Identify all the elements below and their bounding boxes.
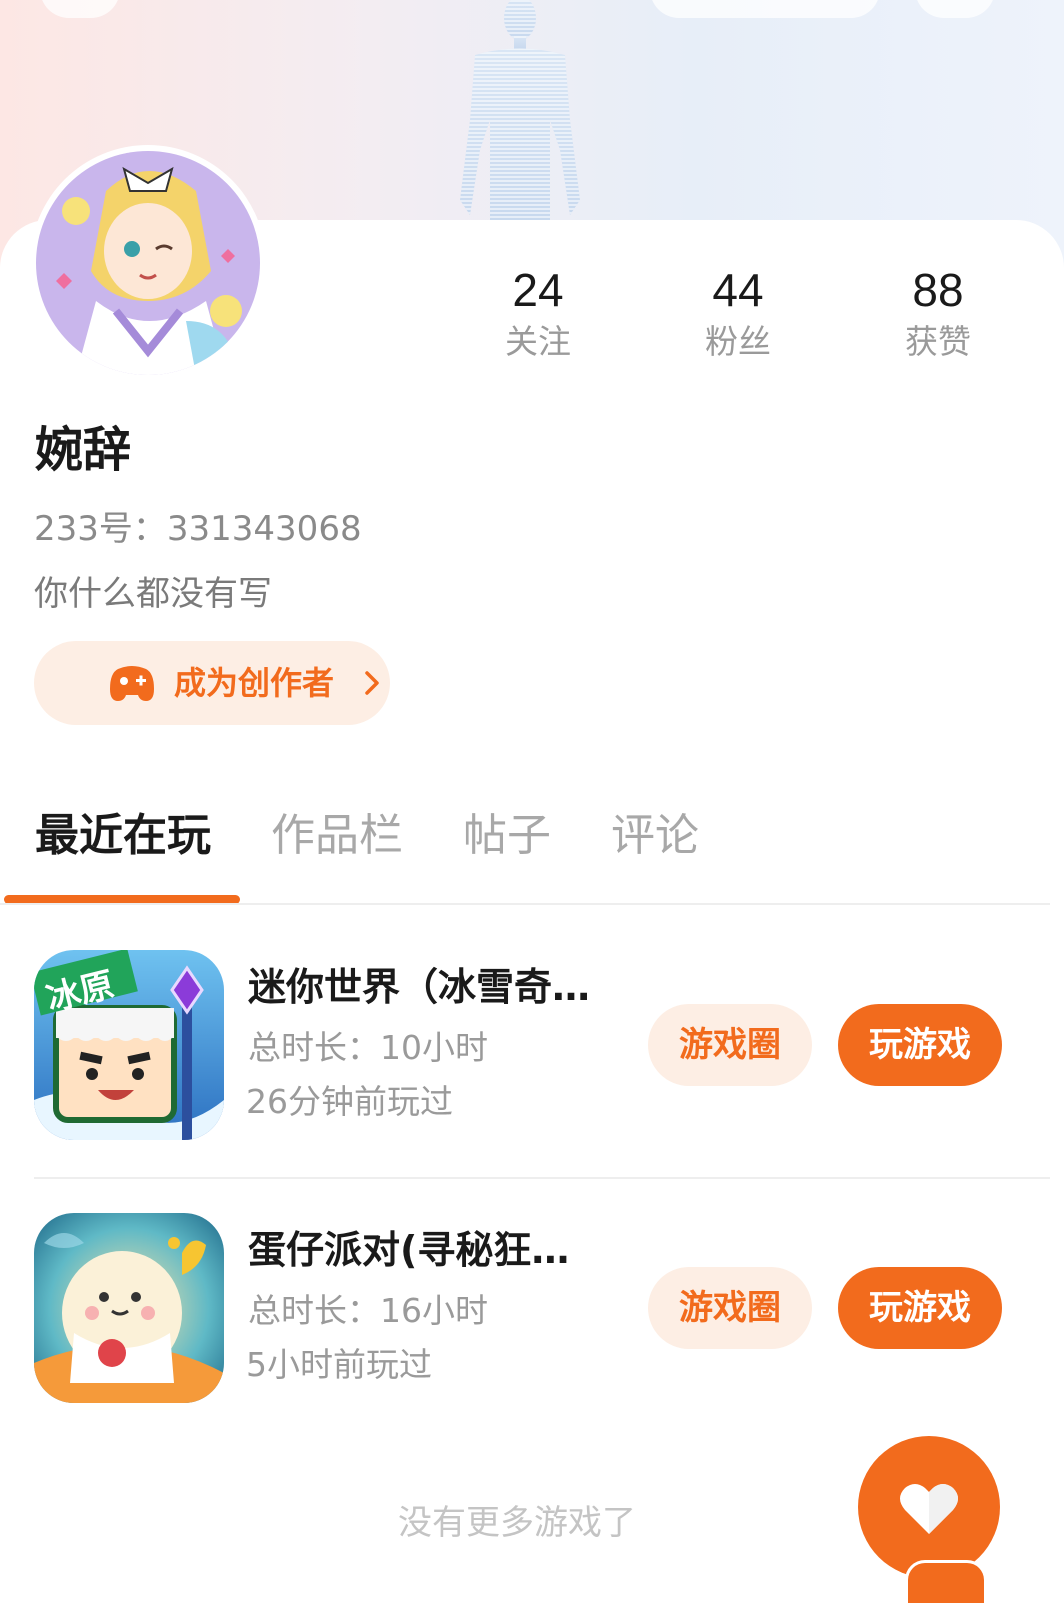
avatar-figure-silhouette bbox=[460, 0, 580, 230]
profile-tabs: 最近在玩 作品栏 帖子 评论 bbox=[0, 800, 1064, 904]
heart-icon bbox=[900, 1484, 958, 1534]
tab-comments[interactable]: 评论 bbox=[611, 808, 699, 864]
avatar[interactable] bbox=[30, 145, 266, 381]
likes-count: 88 bbox=[912, 264, 964, 316]
tab-posts[interactable]: 帖子 bbox=[463, 808, 551, 864]
stat-followers[interactable]: 44 粉丝 bbox=[638, 262, 838, 362]
stat-following[interactable]: 24 关注 bbox=[438, 262, 638, 362]
avatar-image bbox=[36, 151, 260, 375]
tab-works[interactable]: 作品栏 bbox=[271, 808, 403, 864]
chevron-right-icon bbox=[365, 671, 379, 695]
profile-stats: 24 关注 44 粉丝 88 获赞 bbox=[438, 262, 1038, 372]
gamepad-icon bbox=[110, 666, 154, 701]
game-title[interactable]: 蛋仔派对(寻秘狂… bbox=[248, 1225, 569, 1275]
become-creator-button[interactable]: 成为创作者 bbox=[34, 641, 390, 725]
more-button[interactable] bbox=[915, 0, 995, 18]
list-divider bbox=[34, 1177, 1050, 1179]
profile-bio: 你什么都没有写 bbox=[34, 574, 272, 614]
game-circle-button[interactable]: 游戏圈 bbox=[648, 1004, 812, 1086]
profile-nickname: 婉辞 bbox=[35, 422, 132, 478]
account-id: 233号：331343068 bbox=[34, 509, 362, 549]
following-label: 关注 bbox=[505, 322, 571, 361]
game-play-duration: 总时长：10小时 bbox=[248, 1028, 488, 1067]
back-button[interactable] bbox=[40, 0, 120, 18]
game-play-duration: 总时长：16小时 bbox=[248, 1291, 488, 1330]
following-count: 24 bbox=[512, 264, 564, 316]
stat-likes[interactable]: 88 获赞 bbox=[838, 262, 1038, 362]
become-creator-label: 成为创作者 bbox=[174, 664, 335, 702]
tab-recently-played[interactable]: 最近在玩 bbox=[35, 808, 211, 864]
game-last-played: 5小时前玩过 bbox=[246, 1345, 432, 1384]
game-list-item[interactable]: 蛋仔派对(寻秘狂… 总时长：16小时 5小时前玩过 游戏圈 玩游戏 bbox=[0, 1213, 1064, 1413]
eggy-party-game-icon[interactable] bbox=[34, 1213, 224, 1403]
floating-button-tab[interactable] bbox=[905, 1560, 987, 1603]
mini-world-game-icon[interactable]: 冰原 bbox=[34, 950, 224, 1140]
play-game-button[interactable]: 玩游戏 bbox=[838, 1004, 1002, 1086]
followers-count: 44 bbox=[712, 264, 764, 316]
header-action-pill[interactable] bbox=[650, 0, 880, 18]
floating-like-button[interactable] bbox=[858, 1436, 1000, 1578]
tabs-divider bbox=[0, 903, 1050, 905]
game-circle-button[interactable]: 游戏圈 bbox=[648, 1267, 812, 1349]
game-title[interactable]: 迷你世界（冰雪奇… bbox=[248, 962, 590, 1012]
game-list-item[interactable]: 冰原 迷你世界（冰雪奇… 总时长：10小时 26分钟前玩过 游戏圈 玩游戏 bbox=[0, 950, 1064, 1150]
play-game-button[interactable]: 玩游戏 bbox=[838, 1267, 1002, 1349]
game-last-played: 26分钟前玩过 bbox=[246, 1082, 453, 1121]
followers-label: 粉丝 bbox=[705, 322, 771, 361]
likes-label: 获赞 bbox=[905, 322, 971, 361]
